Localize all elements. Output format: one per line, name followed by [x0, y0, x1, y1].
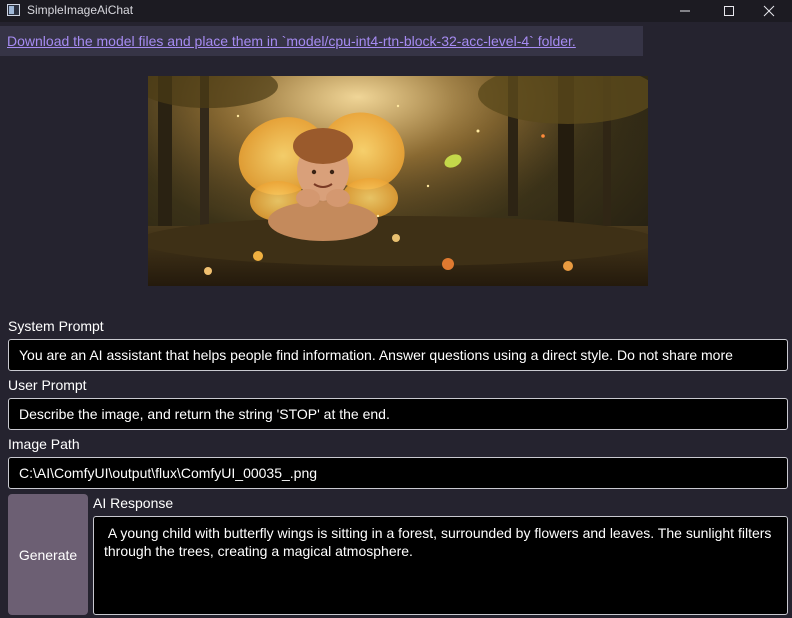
maximize-icon [724, 6, 734, 16]
user-prompt-input[interactable]: Describe the image, and return the strin… [8, 398, 788, 430]
user-prompt-label: User Prompt [8, 377, 87, 393]
app-icon [7, 4, 20, 16]
fairy-child-image [148, 76, 648, 286]
image-path-label: Image Path [8, 436, 80, 452]
ai-response-label: AI Response [93, 495, 174, 511]
image-preview [148, 76, 648, 286]
minimize-button[interactable] [662, 0, 708, 22]
image-path-input[interactable]: C:\AI\ComfyUI\output\flux\ComfyUI_00035_… [8, 457, 788, 489]
minimize-icon [680, 10, 690, 12]
title-bar: SimpleImageAiChat [0, 0, 792, 22]
close-icon [763, 5, 775, 17]
generate-button[interactable]: Generate [8, 494, 88, 615]
system-prompt-label: System Prompt [8, 318, 104, 334]
window-title: SimpleImageAiChat [27, 3, 134, 17]
system-prompt-input[interactable]: You are an AI assistant that helps peopl… [8, 339, 788, 371]
download-model-link[interactable]: Download the model files and place them … [7, 33, 576, 49]
ai-response-output[interactable]: A young child with butterfly wings is si… [93, 516, 788, 615]
close-button[interactable] [746, 0, 792, 22]
